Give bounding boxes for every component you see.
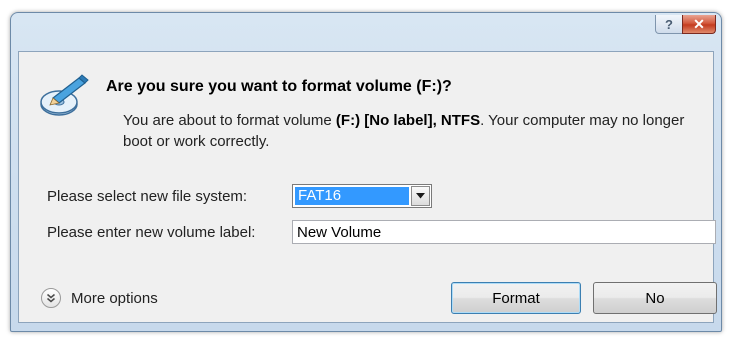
title-bar[interactable]: ? ✕ <box>11 13 721 51</box>
dropdown-button[interactable] <box>411 186 430 206</box>
expand-chevron-icon <box>41 288 61 308</box>
file-system-select[interactable]: FAT16 <box>292 184 432 208</box>
description-prefix: You are about to format volume <box>123 112 336 129</box>
dialog-body: Are you sure you want to format volume (… <box>18 51 717 323</box>
close-button[interactable]: ✕ <box>682 15 716 34</box>
volume-label-label: Please enter new volume label: <box>47 224 256 241</box>
volume-label-input[interactable] <box>292 220 716 244</box>
help-icon: ? <box>665 16 673 32</box>
confirmation-question: Are you sure you want to format volume (… <box>106 78 452 95</box>
file-system-label: Please select new file system: <box>47 188 248 205</box>
format-dialog: ? ✕ Are you sure you want to format volu… <box>10 12 722 332</box>
help-button[interactable]: ? <box>655 15 683 34</box>
more-options-label: More options <box>71 289 158 307</box>
more-options-toggle[interactable]: More options <box>41 288 158 308</box>
close-icon: ✕ <box>693 15 705 32</box>
format-disk-icon <box>40 74 89 116</box>
volume-identifier: (F:) [No label], NTFS <box>335 112 481 129</box>
no-button[interactable]: No <box>593 282 717 314</box>
file-system-value: FAT16 <box>295 187 409 205</box>
format-button[interactable]: Format <box>451 282 581 314</box>
warning-description: You are about to format volume (F:) [No … <box>123 110 703 152</box>
chevron-down-icon <box>416 193 425 199</box>
